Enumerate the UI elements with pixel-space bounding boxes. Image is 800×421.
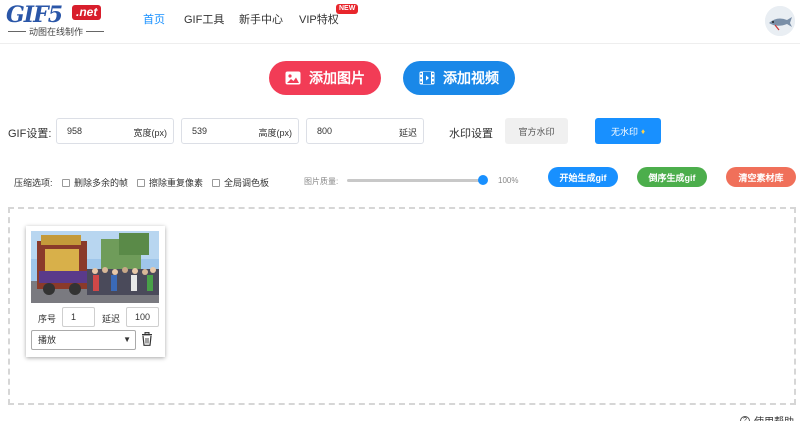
help-icon: ? [740, 415, 750, 421]
compression-label: 压缩选项: [14, 178, 53, 188]
delay-field[interactable]: 800 延迟 [306, 118, 424, 144]
width-field[interactable]: 958 宽度(px) [56, 118, 174, 144]
frame-delay-label: 延迟 [102, 314, 121, 324]
film-icon [419, 71, 435, 85]
add-video-button[interactable]: 添加视频 [403, 61, 515, 95]
start-generate-button[interactable]: 开始生成gif [548, 167, 618, 187]
reverse-generate-button[interactable]: 倒序生成gif [637, 167, 707, 187]
quality-label: 图片质量: [304, 177, 339, 186]
clear-library-button[interactable]: 清空素材库 [726, 167, 796, 187]
global-palette-label: 全局调色板 [224, 178, 270, 188]
quality-value: 100% [498, 176, 519, 185]
height-field[interactable]: 539 高度(px) [181, 118, 299, 144]
remove-pixels-option[interactable]: 擦除重复像素 [137, 176, 203, 189]
diamond-icon: ♦ [640, 126, 646, 136]
global-palette-option[interactable]: 全局调色板 [212, 176, 269, 189]
image-icon [285, 71, 301, 85]
delay-unit: 延迟 [398, 128, 417, 138]
trash-icon[interactable] [141, 332, 153, 346]
logo-badge: .net [72, 5, 102, 20]
quality-slider-track[interactable] [347, 179, 484, 182]
chevron-down-icon: ▼ [123, 335, 131, 344]
add-video-label: 添加视频 [443, 70, 499, 86]
width-value: 958 [67, 126, 83, 136]
delay-value: 800 [317, 126, 333, 136]
logo-tagline: 动图在线制作 [6, 25, 106, 38]
height-value: 539 [192, 126, 208, 136]
no-watermark-button[interactable]: 无水印 ♦ [595, 118, 661, 144]
remove-pixels-label: 擦除重复像素 [149, 178, 204, 188]
frame-index-input[interactable]: 1 [62, 307, 95, 327]
new-badge: NEW [336, 4, 359, 14]
nav-home[interactable]: 首页 [143, 11, 165, 27]
nav-gif-tools[interactable]: GIF工具 [184, 11, 224, 27]
nav-beginner-center[interactable]: 新手中心 [239, 11, 283, 27]
add-image-button[interactable]: 添加图片 [269, 61, 381, 95]
official-watermark-button[interactable]: 官方水印 [505, 118, 568, 144]
help-label: 使用帮助 [754, 413, 794, 421]
remove-pixels-checkbox[interactable] [137, 178, 145, 187]
avatar[interactable] [765, 6, 795, 36]
frame-mode-value: 播放 [38, 335, 57, 345]
top-header: GIF5 .net 动图在线制作 首页 GIF工具 新手中心 VIP特权 NEW [0, 0, 800, 44]
quality-slider-handle[interactable] [478, 175, 488, 185]
watermark-settings-label: 水印设置 [449, 128, 493, 140]
remove-frames-option[interactable]: 删除多余的帧 [62, 176, 128, 189]
site-logo[interactable]: GIF5 .net 动图在线制作 [6, 2, 106, 38]
nav-vip[interactable]: VIP特权 [299, 11, 339, 27]
gif-settings-label: GIF设置: [8, 128, 52, 140]
global-palette-checkbox[interactable] [212, 178, 220, 187]
frame-card[interactable]: 序号 1 延迟 100 播放 ▼ [26, 226, 165, 357]
height-unit: 高度(px) [258, 128, 293, 138]
frame-mode-select[interactable]: 播放 ▼ [31, 330, 136, 350]
help-link[interactable]: ? 使用帮助 [740, 413, 794, 421]
frame-index-label: 序号 [38, 314, 57, 324]
frame-delay-input[interactable]: 100 [126, 307, 159, 327]
remove-frames-label: 删除多余的帧 [74, 178, 129, 188]
remove-frames-checkbox[interactable] [62, 178, 70, 187]
width-unit: 宽度(px) [133, 128, 168, 138]
frame-thumbnail [31, 231, 159, 303]
add-image-label: 添加图片 [309, 70, 365, 86]
no-watermark-label: 无水印 [610, 126, 638, 137]
